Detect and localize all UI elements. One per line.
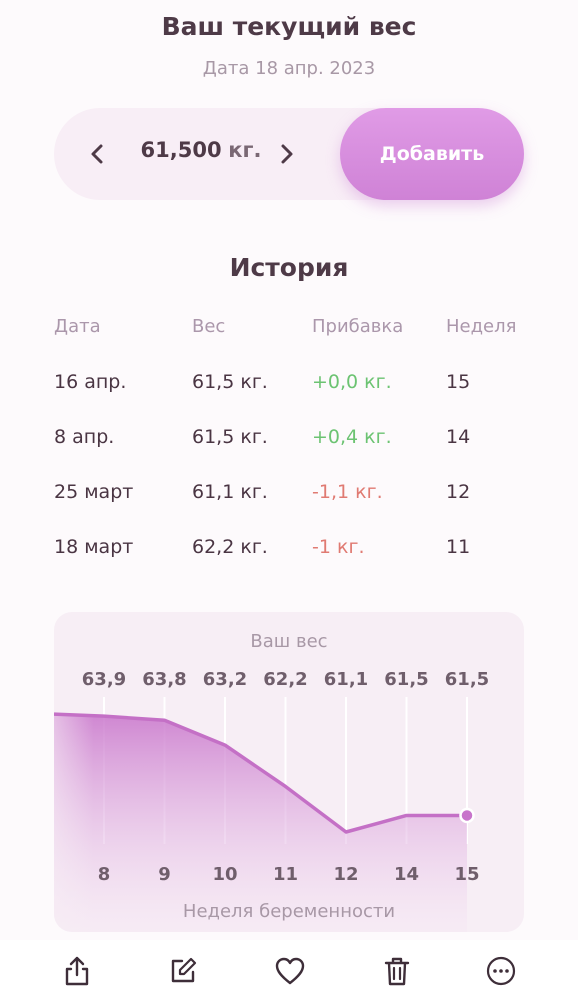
value-label: 63,9 [82, 669, 126, 690]
value-label: 63,2 [203, 669, 247, 690]
column-header-week: Неделя [446, 316, 517, 337]
row-date: 25 март [54, 481, 134, 503]
value-label: 61,5 [445, 669, 489, 690]
weight-area [54, 714, 467, 932]
add-weight-button[interactable]: Добавить [340, 108, 524, 200]
weight-chart[interactable]: Ваш вес 63,9 63,8 63,2 62,2 61,1 61,5 61,5 8 9 1… [54, 612, 524, 932]
current-date: Дата 18 апр. 2023 [202, 58, 376, 79]
weight-unit: кг. [228, 138, 262, 162]
column-header-weight: Вес [192, 316, 226, 337]
row-gain: +0,0 кг. [312, 371, 392, 393]
x-tick-label: 8 [98, 864, 111, 885]
weight-number: 61,500 [140, 138, 222, 162]
x-axis-label: Неделя беременности [183, 901, 395, 922]
chevron-right-icon [281, 144, 293, 164]
x-tick-label: 14 [394, 864, 419, 885]
row-gain: -1,1 кг. [312, 481, 383, 503]
history-table: Дата Вес Прибавка Неделя 16 апр. 61,5 кг… [54, 316, 534, 591]
history-table-header: Дата Вес Прибавка Неделя [54, 316, 534, 371]
trash-icon [384, 957, 410, 986]
x-tick-label: 15 [454, 864, 479, 885]
more-button[interactable] [484, 954, 518, 988]
column-header-date: Дата [54, 316, 101, 337]
value-label: 62,2 [263, 669, 307, 690]
history-title: История [229, 253, 349, 282]
row-date: 18 март [54, 536, 134, 558]
weight-picker: 61,500 кг. Добавить [54, 108, 524, 200]
next-weight-button[interactable] [266, 134, 306, 174]
x-tick-label: 9 [158, 864, 171, 885]
heart-icon [275, 957, 305, 985]
value-label: 63,8 [142, 669, 186, 690]
row-gain: +0,4 кг. [312, 426, 392, 448]
table-row[interactable]: 16 апр. 61,5 кг. +0,0 кг. 15 [54, 371, 534, 426]
row-week: 11 [446, 536, 471, 558]
share-button[interactable] [60, 954, 94, 988]
table-row[interactable]: 25 март 61,1 кг. -1,1 кг. 12 [54, 481, 534, 536]
row-weight: 61,5 кг. [192, 371, 268, 393]
table-row[interactable]: 8 апр. 61,5 кг. +0,4 кг. 14 [54, 426, 534, 481]
share-icon [65, 956, 89, 986]
row-weight: 61,5 кг. [192, 426, 268, 448]
row-weight: 61,1 кг. [192, 481, 268, 503]
row-date: 8 апр. [54, 426, 115, 448]
row-date: 16 апр. [54, 371, 127, 393]
weight-chart-svg: Ваш вес 63,9 63,8 63,2 62,2 61,1 61,5 61,5 8 9 1… [54, 631, 489, 932]
page-title: Ваш текущий вес [161, 12, 417, 41]
more-icon [486, 956, 516, 986]
favorite-button[interactable] [273, 954, 307, 988]
row-gain: -1 кг. [312, 536, 365, 558]
value-label: 61,5 [384, 669, 428, 690]
row-week: 12 [446, 481, 471, 503]
column-header-gain: Прибавка [312, 316, 404, 337]
edit-button[interactable] [166, 954, 200, 988]
x-tick-label: 11 [273, 864, 298, 885]
delete-button[interactable] [380, 954, 414, 988]
x-tick-label: 10 [212, 864, 237, 885]
row-week: 14 [446, 426, 471, 448]
value-label: 61,1 [324, 669, 368, 690]
edit-icon [171, 957, 197, 983]
chevron-left-icon [91, 144, 103, 164]
weight-value: 61,500 кг. [136, 138, 266, 162]
area-fade [54, 702, 94, 932]
row-week: 15 [446, 371, 471, 393]
last-point[interactable] [459, 807, 475, 824]
table-row[interactable]: 18 март 62,2 кг. -1 кг. 11 [54, 536, 534, 591]
prev-weight-button[interactable] [78, 134, 118, 174]
row-weight: 62,2 кг. [192, 536, 268, 558]
chart-title: Ваш вес [250, 631, 327, 652]
bottom-toolbar [0, 940, 578, 1000]
x-tick-label: 12 [333, 864, 358, 885]
